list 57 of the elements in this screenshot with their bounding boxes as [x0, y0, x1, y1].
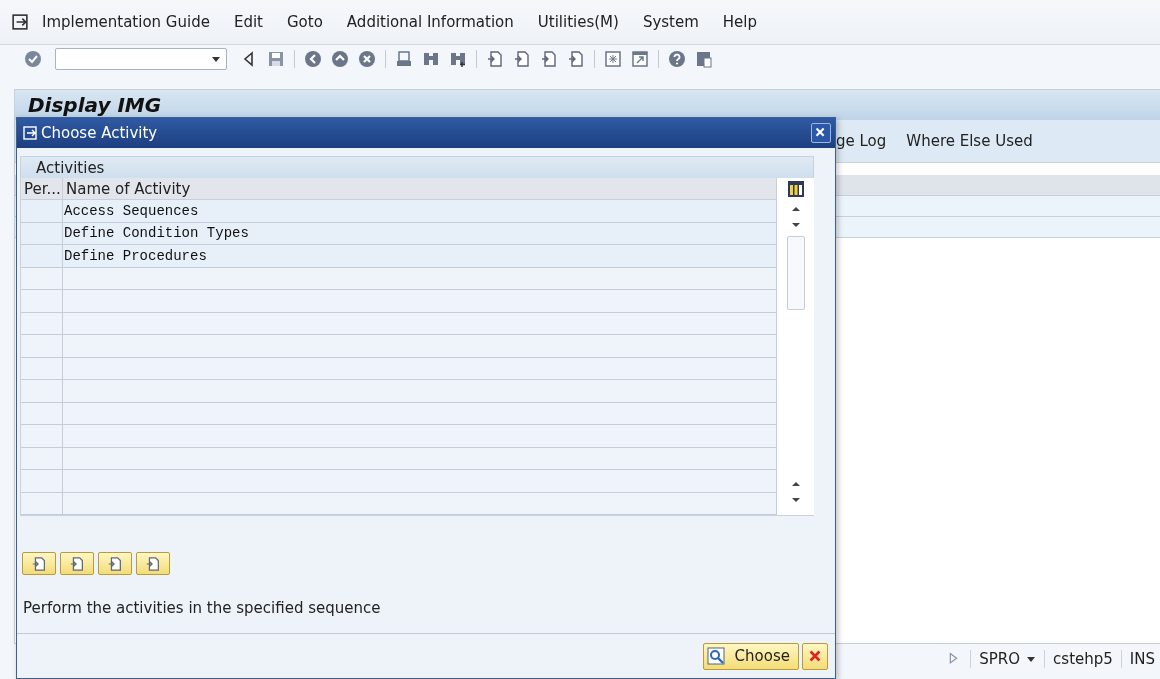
page-icon[interactable] [486, 50, 504, 68]
layout-icon[interactable] [695, 50, 713, 68]
page-arrow-icon [107, 555, 123, 572]
column-header[interactable]: Per... [21, 178, 63, 200]
dropdown-icon [211, 55, 221, 63]
window-icon[interactable] [604, 50, 622, 68]
print-icon[interactable] [395, 50, 413, 68]
column-header[interactable]: Name of Activity [63, 178, 777, 200]
toolbar-button[interactable]: ge Log [836, 132, 887, 150]
user-label: cstehp5 [1053, 650, 1113, 668]
hint-text: Perform the activities in the specified sequence [23, 599, 382, 617]
magnifier-icon [706, 647, 725, 665]
page-icon[interactable] [513, 50, 531, 68]
window-icon[interactable] [631, 50, 649, 68]
page-icon[interactable] [540, 50, 558, 68]
find-next-icon[interactable] [449, 50, 467, 68]
help-icon[interactable] [668, 50, 686, 68]
menu-item[interactable]: System [642, 13, 699, 31]
exit-icon[interactable] [331, 50, 349, 68]
reorder-button[interactable] [60, 552, 94, 575]
close-button[interactable] [811, 123, 831, 143]
menu-item[interactable]: Utilities(M) [537, 13, 619, 31]
choose-button[interactable]: Choose [702, 642, 799, 670]
check-icon [24, 50, 42, 68]
menu-item[interactable]: Implementation Guide [42, 13, 210, 31]
menu-item[interactable]: Additional Information [346, 13, 514, 31]
page-arrow-icon [145, 555, 161, 572]
dropdown-icon [1026, 655, 1037, 663]
table-cell[interactable]: Access Sequences [63, 200, 777, 223]
save-icon[interactable] [267, 50, 285, 68]
cancel-icon [807, 648, 823, 664]
menu-icon[interactable] [12, 14, 28, 30]
back-icon[interactable] [304, 50, 322, 68]
insert-mode: INS [1129, 650, 1155, 668]
page-arrow-icon [31, 555, 47, 572]
menu-icon [23, 126, 37, 140]
reorder-button[interactable] [98, 552, 132, 575]
command-field[interactable] [55, 48, 227, 70]
reorder-button[interactable] [136, 552, 170, 575]
cancel-icon[interactable] [358, 50, 376, 68]
dialog-title: Choose Activity [41, 124, 159, 142]
table-cell[interactable]: Define Condition Types [63, 222, 777, 245]
page-icon[interactable] [567, 50, 585, 68]
page-arrow-icon [69, 555, 85, 572]
cancel-button[interactable] [802, 642, 828, 670]
table-cell[interactable]: Define Procedures [63, 245, 777, 268]
transaction-code: SPRO [979, 650, 1021, 668]
screen-title: Display IMG [15, 90, 1160, 120]
reorder-button[interactable] [22, 552, 56, 575]
scrollbar-thumb[interactable] [786, 236, 805, 310]
menu-item[interactable]: Goto [287, 13, 323, 31]
group-title: Activities [21, 157, 813, 178]
toolbar-button[interactable]: Where Else Used [906, 132, 1033, 150]
menu-item[interactable]: Help [722, 13, 757, 31]
column-settings-icon[interactable] [786, 180, 805, 198]
menu-item[interactable]: Edit [233, 13, 263, 31]
find-icon[interactable] [422, 50, 440, 68]
